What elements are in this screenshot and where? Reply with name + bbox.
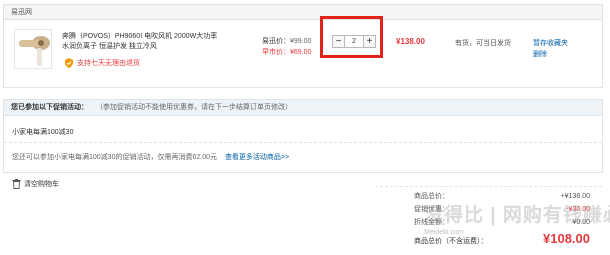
promotion-name: 小家电每满100减30 <box>12 129 74 136</box>
delete-item-link[interactable]: 删除 <box>533 49 568 60</box>
promotion-divider <box>4 142 602 143</box>
product-name-link[interactable]: 奔腾（POVOS）PH9060I 电吹风机 2000W大功率 水润负离子 恒温护… <box>62 32 222 52</box>
product-image[interactable] <box>14 29 52 69</box>
grand-total-label: 商品总价（不含运费）： <box>414 238 488 245</box>
vip-price-value: ¥69.00 <box>290 49 312 56</box>
promotion-title: 您已参加以下促销活动： <box>11 104 88 111</box>
price-label: 易迅价： <box>262 38 290 45</box>
promotion-section: 您已参加以下促销活动： （参加促销活动不能使用优惠券，请在下一步结算订单页修改）… <box>3 99 603 173</box>
watermark-site: Meidebi.com <box>424 229 464 236</box>
vip-price-label: 早市价： <box>262 49 290 56</box>
price-row: 易迅价：¥99.00 <box>262 36 311 47</box>
seller-name: 易迅网 <box>4 5 602 20</box>
save-to-favorites-link[interactable]: 暂存收藏夹 <box>533 38 568 49</box>
price-value: ¥99.00 <box>290 38 312 45</box>
stock-status: 有货，可当日发货 <box>455 40 511 47</box>
watermark: 没得比 | 网购有钱赚必读 <box>424 205 610 226</box>
shield-icon <box>64 58 74 68</box>
promotion-header: 您已参加以下促销活动： （参加促销活动不能使用优惠券，请在下一步结算订单页修改） <box>4 100 602 116</box>
promotion-status-text: 您还可以参加小家电每满100减30的促销活动，仅需再消费62.00元 <box>12 154 217 161</box>
more-promotion-items-link[interactable]: 查看更多活动商品>> <box>225 154 289 161</box>
clear-cart-label: 清空购物车 <box>24 181 59 188</box>
price-column: 易迅价：¥99.00 早市价：¥69.00 <box>262 36 311 58</box>
return-policy-text: 支持七天无理由退货 <box>77 60 140 67</box>
grand-total-value: ¥108.00 <box>543 231 590 246</box>
quantity-stepper: − 2 + <box>332 35 376 48</box>
increase-quantity-button[interactable]: + <box>363 35 376 48</box>
totals-divider <box>375 186 602 187</box>
item-actions: 暂存收藏夹 删除 <box>533 38 568 60</box>
clear-cart-button[interactable]: 清空购物车 <box>12 179 59 189</box>
return-policy-badge: 支持七天无理由退货 <box>64 58 140 68</box>
trash-icon <box>12 179 21 189</box>
vip-price-row: 早市价：¥69.00 <box>262 47 311 58</box>
promotion-note: （参加促销活动不能使用优惠券，请在下一步结算订单页修改） <box>96 104 292 111</box>
decrease-quantity-button[interactable]: − <box>332 35 345 48</box>
item-subtotal: ¥138.00 <box>396 37 425 46</box>
promotion-status: 您还可以参加小家电每满100减30的促销活动，仅需再消费62.00元 查看更多活… <box>12 152 289 162</box>
quantity-input[interactable]: 2 <box>345 35 363 48</box>
